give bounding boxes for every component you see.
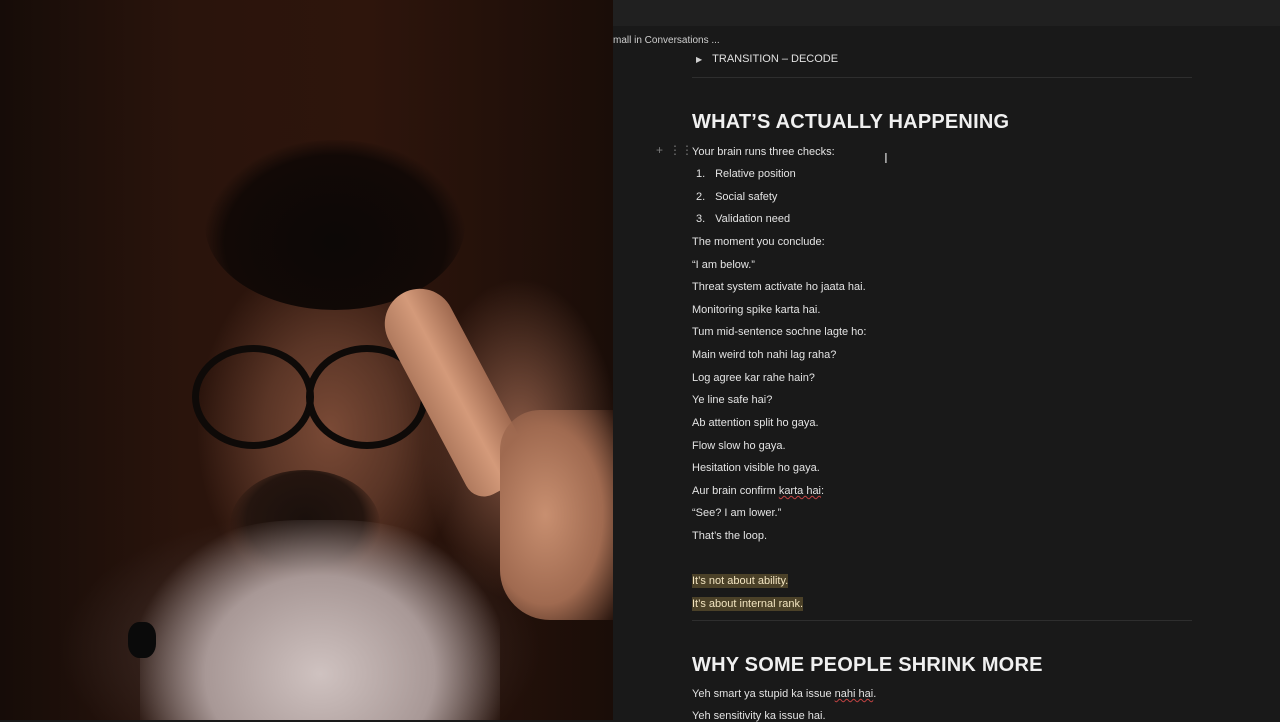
toggle-block-transition-decode[interactable]: ▶ TRANSITION – DECODE bbox=[692, 53, 838, 65]
list-number: 1. bbox=[696, 168, 706, 180]
list-number: 3. bbox=[696, 213, 706, 225]
text-block: Log agree kar rahe hain? bbox=[692, 372, 815, 384]
toggle-label: TRANSITION – DECODE bbox=[712, 53, 839, 65]
webcam-person-shirt bbox=[140, 520, 500, 720]
text-block: Ab attention split ho gaya. bbox=[692, 417, 819, 429]
toggle-arrow-icon[interactable]: ▶ bbox=[696, 55, 702, 64]
text-block: The moment you conclude: bbox=[692, 236, 825, 248]
webcam-video-overlay bbox=[0, 0, 613, 720]
document-body: ▶ TRANSITION – DECODE WHAT’S ACTUALLY HA… bbox=[692, 0, 1192, 722]
text-span: Aur brain confirm bbox=[692, 485, 779, 497]
numbered-list-item: 3. Validation need bbox=[692, 213, 790, 225]
text-block: Threat system activate ho jaata hai. bbox=[692, 281, 866, 293]
text-span: . bbox=[873, 688, 877, 700]
highlight: It’s about internal rank. bbox=[692, 597, 804, 611]
highlighted-text-block: It’s about internal rank. bbox=[692, 597, 804, 611]
list-item-text: Relative position bbox=[715, 168, 796, 180]
block-handles[interactable]: + ⋮⋮ bbox=[656, 143, 693, 157]
numbered-list-item: 1. Relative position bbox=[692, 168, 796, 180]
text-block: “See? I am lower.” bbox=[692, 507, 782, 519]
spellcheck-underlined-text[interactable]: nahi hai bbox=[835, 688, 874, 700]
divider bbox=[692, 77, 1192, 78]
text-block: Flow slow ho gaya. bbox=[692, 440, 786, 452]
list-number: 2. bbox=[696, 191, 706, 203]
list-item-text: Social safety bbox=[715, 191, 778, 203]
text-span: : bbox=[821, 485, 825, 497]
text-block: Main weird toh nahi lag raha? bbox=[692, 349, 837, 361]
text-span: Yeh smart ya stupid ka issue bbox=[692, 688, 835, 700]
heading-whats-actually-happening: WHAT’S ACTUALLY HAPPENING bbox=[692, 111, 1010, 133]
text-block: That’s the loop. bbox=[692, 530, 768, 542]
divider bbox=[692, 620, 1192, 621]
drag-handle-icon[interactable]: ⋮⋮ bbox=[669, 143, 693, 157]
text-block-confirm: Aur brain confirm karta hai: bbox=[692, 485, 824, 497]
webcam-glasses-left-lens bbox=[192, 345, 314, 449]
text-block: Tum mid-sentence sochne lagte ho: bbox=[692, 326, 867, 338]
add-block-icon[interactable]: + bbox=[656, 143, 663, 157]
list-item-text: Validation need bbox=[715, 213, 791, 225]
webcam-hand bbox=[500, 410, 613, 620]
text-block: Monitoring spike karta hai. bbox=[692, 304, 821, 316]
heading-why-some-people-shrink-more: WHY SOME PEOPLE SHRINK MORE bbox=[692, 654, 1043, 676]
text-block: Yeh smart ya stupid ka issue nahi hai. bbox=[692, 688, 876, 700]
webcam-person-hair bbox=[205, 140, 465, 310]
text-block: Ye line safe hai? bbox=[692, 394, 773, 406]
numbered-list-item: 2. Social safety bbox=[692, 191, 777, 203]
spellcheck-underlined-text[interactable]: karta hai bbox=[779, 485, 821, 497]
highlight: It’s not about ability. bbox=[692, 574, 789, 588]
text-block: Yeh sensitivity ka issue hai. bbox=[692, 710, 826, 722]
text-block: Hesitation visible ho gaya. bbox=[692, 462, 820, 474]
lapel-mic-icon bbox=[128, 622, 156, 658]
highlighted-text-block: It’s not about ability. bbox=[692, 574, 789, 588]
text-block: Your brain runs three checks: bbox=[692, 146, 835, 158]
text-block: “I am below.” bbox=[692, 259, 755, 271]
